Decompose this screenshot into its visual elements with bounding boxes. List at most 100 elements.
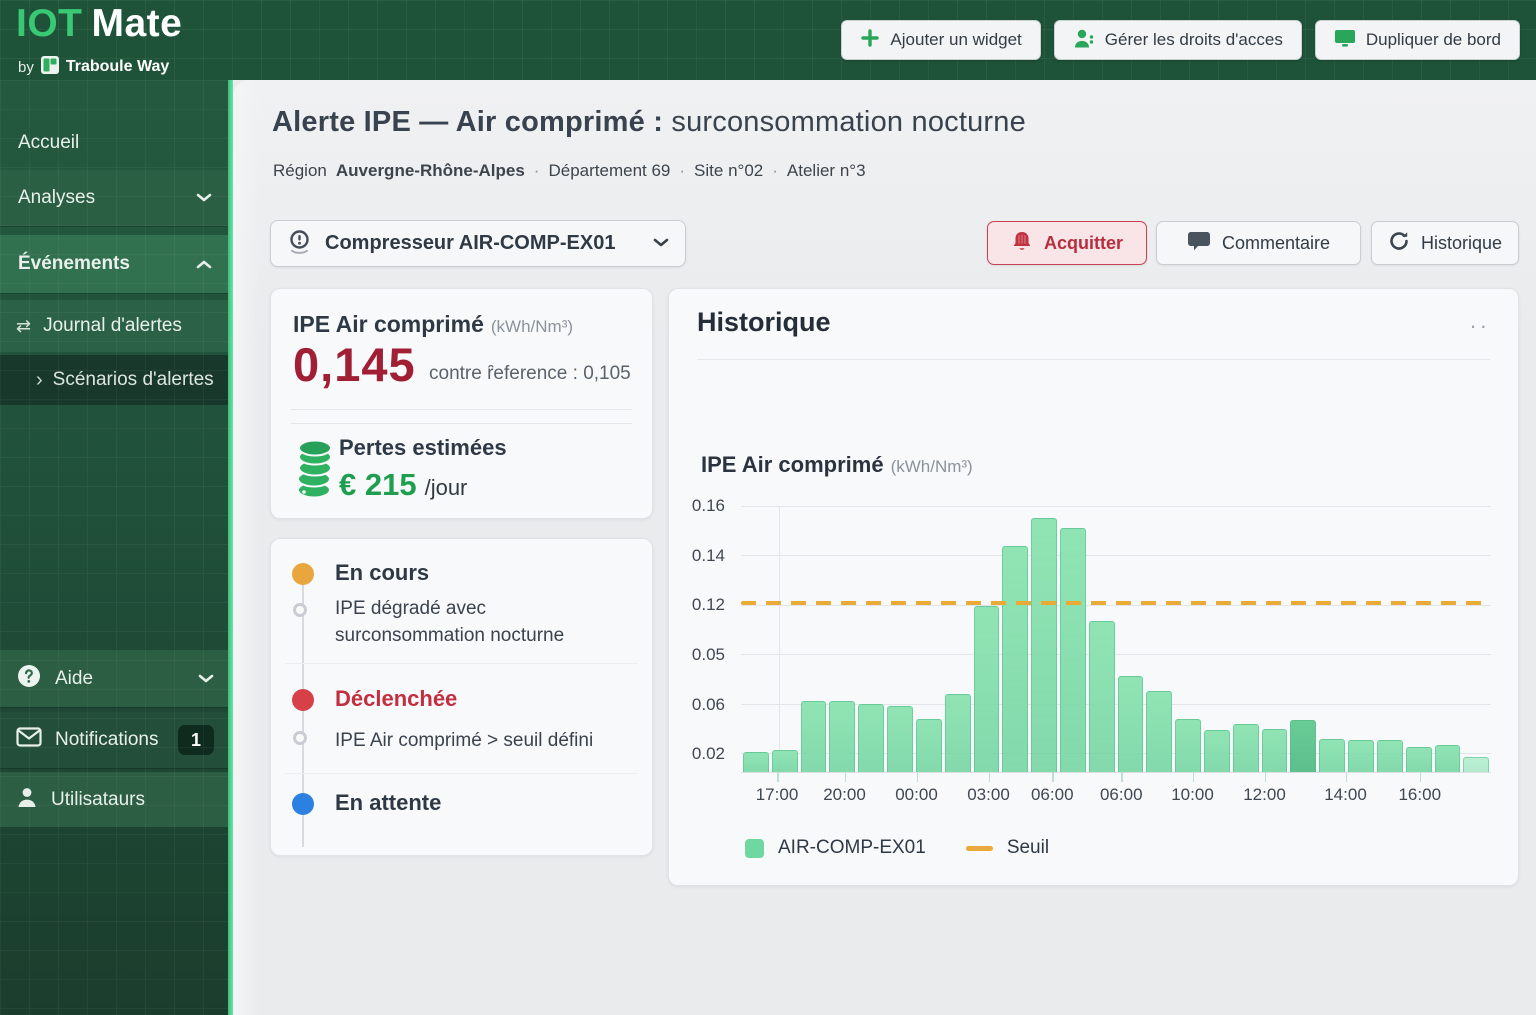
chevron-down-icon [653, 235, 669, 253]
x-tick-label: 06:00 [1100, 785, 1143, 805]
add-widget-label: Ajouter un widget [890, 30, 1021, 50]
app-logo: IOTMate [16, 4, 182, 43]
x-tick-label: 06:00 [1031, 785, 1074, 805]
chart-unit: (kWh/Nm³) [891, 457, 973, 476]
y-tick-label: 0.14 [665, 546, 725, 566]
add-widget-button[interactable]: Ajouter un widget [841, 20, 1040, 60]
manage-access-label: Gérer les droits d'acces [1105, 30, 1283, 50]
divider [697, 359, 1490, 360]
monitor-icon [1334, 28, 1356, 53]
x-tick-mark [1193, 772, 1195, 782]
notification-badge: 1 [178, 725, 214, 755]
status-card: En cours IPE dégradé avec surconsommatio… [270, 538, 653, 856]
acknowledge-button[interactable]: Acquitter [987, 221, 1147, 265]
company-name: Traboule Way [66, 58, 169, 76]
card-menu-dots[interactable]: ·· [1469, 313, 1490, 339]
x-tick-label: 17:00 [756, 785, 799, 805]
status-step3-label: En attente [335, 790, 441, 816]
legend-series-label: AIR-COMP-EX01 [778, 837, 926, 859]
bar [1435, 745, 1461, 772]
users-icon [1073, 28, 1095, 53]
sidebar-label: Événements [18, 253, 196, 275]
sidebar-label: Utilisataurs [51, 789, 214, 811]
comment-button[interactable]: Commentaire [1156, 221, 1361, 265]
acknowledge-label: Acquitter [1044, 233, 1123, 254]
history-card-title: Historique [697, 307, 831, 338]
comment-label: Commentaire [1222, 233, 1330, 254]
device-selector-label: Compresseur AIR-COMP-EX01 [325, 232, 640, 255]
mail-icon [16, 727, 42, 753]
breadcrumb-separator: · [679, 161, 685, 181]
bar [945, 694, 971, 772]
kpi-title-text: IPE Air comprimé [293, 311, 484, 337]
history-button[interactable]: Historique [1371, 221, 1519, 265]
refresh-icon [1388, 230, 1410, 257]
y-tick-label: 0.12 [665, 595, 725, 615]
bar [1204, 730, 1230, 772]
chart-x-axis: 17:0020:0000:0003:0006:0006:0010:0012:00… [741, 785, 1491, 809]
x-tick-mark [777, 772, 779, 782]
x-tick-mark [1121, 772, 1123, 782]
sidebar-label: Aide [55, 668, 185, 690]
breadcrumb-separator: · [534, 161, 540, 181]
bar [1377, 740, 1403, 772]
kpi-unit: (kWh/Nm³) [491, 317, 573, 336]
sidebar-item-analyses[interactable]: Analyses [0, 170, 230, 226]
x-tick-mark [1346, 772, 1348, 782]
status-ring-icon [293, 603, 307, 617]
threshold-line [741, 601, 1491, 605]
user-icon [16, 786, 38, 814]
status-step1-label: En cours [335, 560, 429, 586]
y-tick-label: 0.06 [665, 695, 725, 715]
chart-title-text: IPE Air comprimé [701, 452, 884, 477]
x-tick-label: 16:00 [1398, 785, 1441, 805]
divider [291, 423, 632, 424]
duplicate-dashboard-label: Dupliquer de bord [1366, 30, 1501, 50]
loss-label: Pertes estimées [339, 435, 507, 461]
x-tick-mark [917, 772, 919, 782]
bar [858, 704, 884, 772]
sidebar-item-scenarios-alertes[interactable]: › Scénarios d'alertes [0, 355, 230, 405]
sidebar-item-aide[interactable]: Aide [0, 650, 230, 707]
sidebar: Accueil Analyses Événements ⇄ Journal d'… [0, 80, 230, 1015]
loss-suffix: /jour [425, 475, 468, 500]
manage-access-button[interactable]: Gérer les droits d'acces [1054, 20, 1302, 60]
sidebar-item-accueil[interactable]: Accueil [0, 120, 230, 166]
history-card: Historique ·· IPE Air comprimé(kWh/Nm³) … [668, 288, 1519, 886]
chevron-up-icon [196, 253, 212, 275]
status-step2-label: Déclenchée [335, 686, 457, 712]
byline-prefix: by [18, 59, 34, 76]
sidebar-item-utilisateurs[interactable]: Utilisataurs [0, 772, 230, 827]
bar [887, 706, 913, 773]
topbar-actions: Ajouter un widget Gérer les droits d'acc… [841, 20, 1520, 60]
device-selector[interactable]: Compresseur AIR-COMP-EX01 [270, 220, 686, 267]
bar [1146, 691, 1172, 772]
logo-text-secondary: Mate [92, 2, 183, 45]
sidebar-label: Analyses [18, 187, 196, 209]
status-dot-en-attente [292, 793, 314, 815]
sidebar-item-evenements[interactable]: Événements [0, 235, 230, 293]
bar [1348, 740, 1374, 772]
chart-plot [741, 506, 1491, 773]
page-title: Alerte IPE — Air comprimé : surconsommat… [272, 106, 1026, 139]
swap-arrows-icon: ⇄ [16, 316, 31, 337]
plus-icon [860, 28, 880, 53]
breadcrumb-departement: Département 69 [548, 161, 670, 181]
duplicate-dashboard-button[interactable]: Dupliquer de bord [1315, 20, 1520, 60]
sidebar-item-notifications[interactable]: Notifications 1 [0, 712, 230, 768]
bar [1060, 528, 1086, 772]
legend-series-swatch [745, 839, 764, 858]
kpi-title: IPE Air comprimé (kWh/Nm³) [293, 311, 573, 338]
x-tick-label: 03:00 [967, 785, 1010, 805]
logo-byline: by Traboule Way [18, 56, 169, 78]
sidebar-item-journal-alertes[interactable]: ⇄ Journal d'alertes [0, 300, 230, 352]
bar [1031, 518, 1057, 772]
status-ring-icon [293, 731, 307, 745]
x-tick-label: 12:00 [1243, 785, 1286, 805]
divider [285, 663, 638, 664]
bar [743, 752, 769, 772]
bar [1118, 676, 1144, 772]
history-label: Historique [1421, 233, 1502, 254]
sidebar-label: Scénarios d'alertes [53, 369, 214, 391]
bar [1175, 719, 1201, 772]
